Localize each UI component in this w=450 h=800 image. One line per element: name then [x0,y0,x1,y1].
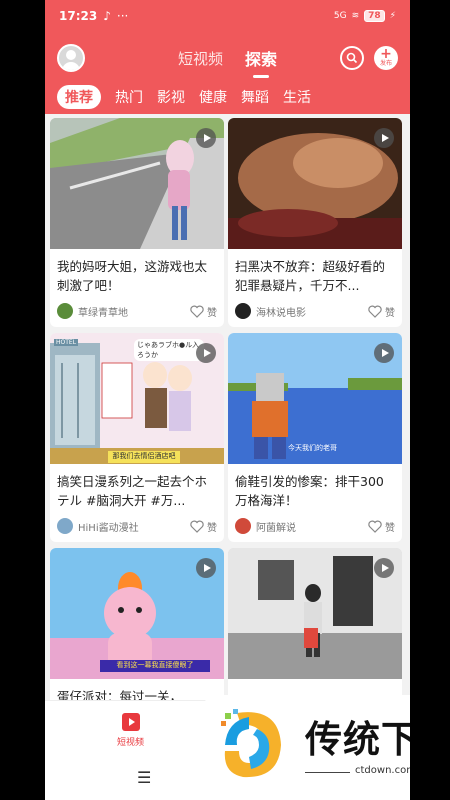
uploader-avatar[interactable] [235,518,251,534]
video-card[interactable]: 今天我们的老哥 偷鞋引发的惨案：排干300万格海洋！ 阿菌解说 赞 [228,333,402,542]
nav-short-video[interactable]: 短视频 [117,713,144,748]
watermark-logo-icon [221,709,281,778]
user-avatar[interactable] [57,44,85,72]
watermark: 传统下载 ctdown.com [205,695,410,800]
charging-icon: ⚡ [389,11,396,21]
play-box-icon [121,713,140,731]
like-label: 赞 [385,522,395,534]
like-button[interactable]: 赞 [190,304,217,319]
thumb-speech: じゃあラブホ●ル入ろうか [134,339,204,361]
watermark-url: ctdown.com [355,765,410,776]
tab-explore[interactable]: 探索 [245,46,277,78]
play-icon [196,128,216,148]
uploader-name[interactable]: HiHi酱动漫社 [78,519,190,534]
uploader-avatar[interactable] [57,303,73,319]
like-label: 赞 [385,307,395,319]
category-life[interactable]: 生活 [283,87,311,107]
video-thumbnail[interactable] [228,548,402,679]
uploader-avatar[interactable] [57,518,73,534]
wifi-icon: ≋ [351,11,360,21]
category-dance[interactable]: 舞蹈 [241,87,269,107]
like-label: 赞 [207,522,217,534]
publish-button[interactable]: + 发布 [374,46,398,70]
video-thumbnail[interactable] [50,118,224,249]
plus-icon: + [380,46,392,62]
video-thumbnail[interactable] [228,118,402,249]
category-hot[interactable]: 热门 [115,87,143,107]
signal-icon: 5G [333,11,347,21]
thumb-sign: HOTEL [54,339,79,346]
heart-icon [368,305,382,318]
video-thumbnail[interactable]: HOTEL じゃあラブホ●ル入ろうか 那我们去情侣酒店吧 [50,333,224,464]
video-title: 扫黑决不放弃：超级好看的犯罪悬疑片，千万不... [235,259,386,293]
more-notifications-icon: ··· [116,9,129,23]
app-screen: 17:23 ♪ ··· 5G ≋ 78 ⚡ 短视频 探索 + 发布 推荐 热门 … [45,0,410,800]
like-label: 赞 [207,307,217,319]
uploader-name[interactable]: 草绿青草地 [78,304,190,319]
status-bar: 17:23 ♪ ··· 5G ≋ 78 ⚡ [45,0,410,32]
video-title: 搞笑日漫系列之一起去个ホテル #脑洞大开 #万... [57,474,208,508]
menu-icon[interactable]: ☰ [137,768,151,787]
nav-label: 短视频 [117,738,145,748]
like-button[interactable]: 赞 [368,304,395,319]
uploader-name[interactable]: 阿菌解说 [256,519,368,534]
search-icon [346,52,358,64]
category-recommend[interactable]: 推荐 [57,85,101,109]
publish-label: 发布 [379,60,392,67]
video-title: 我的妈呀大姐，这游戏也太刺激了吧！ [57,259,208,293]
video-card[interactable]: 我的妈呀大姐，这游戏也太刺激了吧！ 草绿青草地 赞 [50,118,224,327]
app-header: 短视频 探索 + 发布 [45,32,410,84]
like-button[interactable]: 赞 [190,519,217,534]
category-bar: 推荐 热门 影视 健康 舞蹈 生活 [45,84,410,114]
battery-icon: 78 [364,10,385,22]
status-time: 17:23 [59,9,98,23]
search-button[interactable] [340,46,364,70]
video-card[interactable]: HOTEL じゃあラブホ●ル入ろうか 那我们去情侣酒店吧 搞笑日漫系列之一起去个… [50,333,224,542]
category-health[interactable]: 健康 [199,87,227,107]
tiktok-notification-icon: ♪ [103,9,111,23]
watermark-name: 传统下载 [305,718,410,761]
video-title: 偷鞋引发的惨案：排干300万格海洋！ [235,474,384,508]
thumb-caption: 看到这一幕我直接傻眼了 [116,661,194,669]
video-thumbnail[interactable]: 看到这一幕我直接傻眼了 [50,548,224,679]
thumb-caption: 那我们去情侣酒店吧 [112,452,176,460]
divider [305,772,350,773]
play-icon [374,343,394,363]
uploader-avatar[interactable] [235,303,251,319]
video-thumbnail[interactable]: 今天我们的老哥 [228,333,402,464]
heart-icon [190,305,204,318]
play-icon [196,558,216,578]
heart-icon [190,520,204,533]
thumb-caption: 今天我们的老哥 [288,444,337,452]
play-icon [196,343,216,363]
uploader-name[interactable]: 海林说电影 [256,304,368,319]
category-movies[interactable]: 影视 [157,87,185,107]
tab-short-video[interactable]: 短视频 [178,48,223,69]
play-icon [374,558,394,578]
play-icon [374,128,394,148]
like-button[interactable]: 赞 [368,519,395,534]
heart-icon [368,520,382,533]
video-card[interactable]: 扫黑决不放弃：超级好看的犯罪悬疑片，千万不... 海林说电影 赞 [228,118,402,327]
